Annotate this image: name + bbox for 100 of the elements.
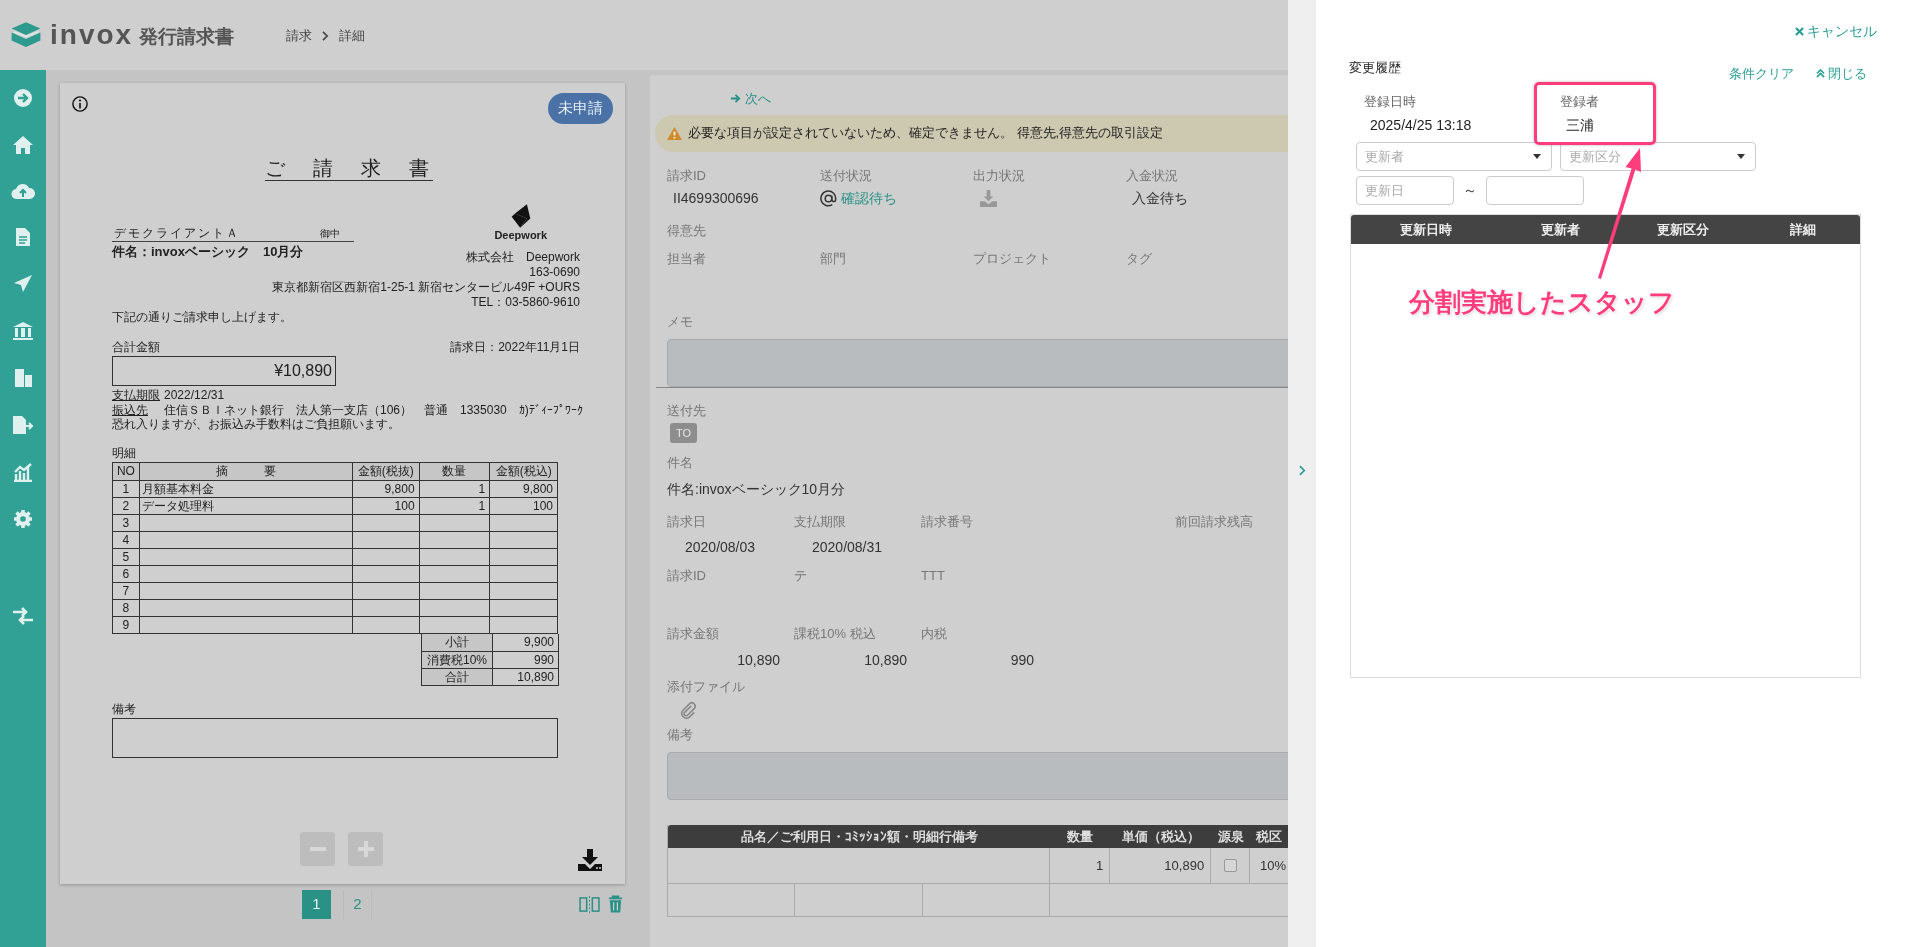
remarks-field[interactable]	[667, 752, 1288, 800]
field-label: 登録者	[1560, 92, 1599, 111]
field-label: 前回請求残高	[1175, 512, 1253, 531]
table-cell: 6	[113, 565, 140, 582]
table-cell: 1	[113, 480, 140, 497]
field-label: 登録日時	[1364, 92, 1416, 111]
company-logo-text: Deepwork	[494, 229, 547, 243]
column-header: 金額(税抜)	[352, 462, 420, 480]
column-header: 品名／ご利用日・ｺﾐｯｼｮﾝ額・明細行備考	[739, 828, 979, 846]
field-value: 990	[1009, 651, 1035, 670]
dropdown-caret-icon	[1737, 154, 1745, 159]
company-logo-icon	[509, 203, 532, 229]
field-label: TTT	[921, 567, 945, 585]
status-badge: 未申請	[548, 93, 613, 124]
field-label: 請求番号	[921, 512, 973, 531]
arrow-right-icon	[730, 93, 741, 105]
column-header: 更新者	[1539, 220, 1581, 239]
field-label: 備考	[667, 725, 693, 744]
recipient-tag: TO	[670, 422, 698, 443]
client-name: デモクライアントＡ	[114, 225, 240, 241]
field-value: 入金待ち	[1132, 188, 1189, 208]
table-cell: 100	[352, 497, 420, 514]
table-cell: 7	[113, 582, 140, 599]
subject-value: 件名:invoxベーシック10月分	[667, 479, 846, 499]
select-field[interactable]: 更新者	[1356, 142, 1552, 171]
field-label: 内税	[921, 624, 947, 643]
field-label: 添付ファイル	[667, 678, 745, 696]
download-icon	[979, 189, 998, 207]
paperclip-icon[interactable]	[679, 700, 698, 720]
field-value: 10,890	[736, 651, 781, 670]
greeting-text: 下記の通りご請求申し上げます。	[112, 309, 293, 324]
next-link[interactable]: 次へ	[730, 89, 771, 109]
memo-field[interactable]	[667, 339, 1288, 387]
field-value: 三浦	[1566, 116, 1594, 135]
at-sign-icon	[820, 189, 837, 207]
date-from-field[interactable]: 更新日	[1356, 176, 1454, 205]
file-export-icon[interactable]	[12, 415, 34, 435]
field-value: II4699300696	[673, 188, 760, 208]
column-header: 更新日時	[1398, 220, 1453, 239]
company-info: 東京都新宿区西新宿1-25-1 新宿センタービル49F +OURS	[272, 279, 580, 295]
field-label: 得意先	[667, 221, 707, 240]
company-info: TEL：03-5860-9610	[471, 294, 580, 310]
trash-icon[interactable]	[608, 895, 623, 913]
field-label: テ	[794, 567, 807, 585]
payment-value: 2022/12/31	[164, 388, 225, 403]
payment-label: 支払期限	[112, 388, 161, 403]
honorific: 御中	[320, 228, 340, 241]
collapse-link[interactable]: 閉じる	[1816, 64, 1867, 84]
table-cell: 9	[113, 616, 140, 633]
cloud-upload-icon[interactable]	[11, 182, 35, 200]
company-info: 株式会社 Deepwork	[465, 250, 580, 265]
document-icon[interactable]	[15, 227, 31, 247]
warning-icon	[667, 126, 682, 140]
arrow-right-circle-icon[interactable]	[13, 88, 33, 108]
expand-chevron-icon[interactable]	[1298, 465, 1306, 476]
table-cell: 1	[1050, 848, 1111, 883]
page-button[interactable]: 1	[302, 889, 331, 919]
transfer-arrows-icon[interactable]	[12, 606, 34, 626]
field-label: 件名	[667, 454, 693, 472]
logo-icon	[10, 21, 42, 49]
settings-icon[interactable]	[13, 509, 33, 529]
table-cell-text: 10%	[1258, 857, 1287, 875]
fee-note: 恐れ入りますが、お振込み手数料はご負担願います。	[112, 417, 401, 432]
breadcrumb-link[interactable]: 詳細	[339, 26, 366, 46]
table-cell: 月額基本料金	[139, 480, 353, 497]
summary-value: 10,890	[516, 668, 555, 685]
download-icon[interactable]	[577, 848, 603, 872]
field-label: 課税10% 税込	[794, 624, 876, 643]
info-icon[interactable]	[72, 96, 88, 112]
status-link[interactable]: 確認待ち	[841, 187, 897, 209]
paper-plane-icon[interactable]	[13, 274, 33, 294]
field-label: 請求日	[667, 512, 706, 531]
building-icon[interactable]	[13, 368, 33, 388]
column-header: 更新区分	[1655, 220, 1710, 239]
clear-filters-link[interactable]: 条件クリア	[1729, 64, 1794, 84]
date-to-field[interactable]	[1486, 176, 1584, 205]
cancel-button[interactable]: キャンセル	[1795, 21, 1877, 42]
section-title: 変更履歴	[1349, 59, 1401, 77]
field-label: 担当者	[667, 250, 706, 268]
bank-icon[interactable]	[12, 321, 34, 341]
split-page-icon[interactable]	[579, 895, 600, 913]
page-button[interactable]: 2	[343, 889, 372, 919]
field-value: 2025/4/25 13:18	[1370, 116, 1472, 135]
warning-message: 必要な項目が設定されていないため、確定できません。 得意先,得意先の取引設定	[688, 124, 1164, 143]
issue-date: 請求日：2022年11月1日	[450, 339, 580, 355]
invoice-subject: 件名：invoxベーシック 10月分	[112, 244, 304, 260]
field-label: 支払期限	[794, 512, 846, 531]
home-icon[interactable]	[12, 135, 34, 155]
field-label: 入金状況	[1126, 166, 1179, 185]
details-label: 明細	[112, 445, 137, 460]
table-cell-text: 9,800	[521, 480, 554, 497]
plus-icon	[357, 841, 374, 857]
breadcrumb-link[interactable]: 請求	[286, 26, 313, 46]
checkbox[interactable]	[1223, 859, 1237, 872]
column-header: 数量	[419, 462, 491, 480]
field-label: プロジェクト	[973, 250, 1051, 268]
field-value: 10,890	[863, 651, 908, 670]
bar-chart-icon[interactable]	[13, 462, 33, 482]
table-cell: 2	[113, 497, 140, 514]
dropdown-caret-icon	[1533, 154, 1541, 159]
